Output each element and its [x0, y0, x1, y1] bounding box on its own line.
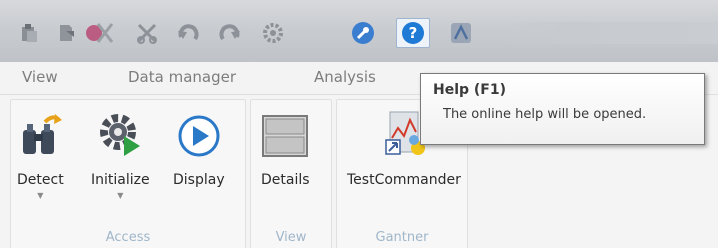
group-access: Detect ▼ Initialize ▼ Display Access	[10, 99, 246, 248]
details-label: Details	[261, 172, 310, 188]
tab-view[interactable]: View	[22, 68, 58, 86]
details-button[interactable]: Details	[261, 106, 310, 188]
wrench-icon[interactable]	[346, 18, 380, 48]
binoculars-icon	[17, 106, 63, 158]
about-icon[interactable]	[444, 18, 478, 48]
testcommander-label: TestCommander	[347, 172, 461, 188]
cut-icon[interactable]	[130, 18, 164, 48]
undo-icon[interactable]	[172, 18, 206, 48]
delete-icon[interactable]	[84, 18, 118, 48]
copy-icon[interactable]	[50, 18, 84, 48]
display-label: Display	[173, 172, 225, 188]
detect-label: Detect	[17, 172, 64, 188]
display-button[interactable]: Display	[173, 106, 225, 188]
group-label-access: Access	[105, 230, 151, 245]
tab-analysis[interactable]: Analysis	[314, 68, 376, 86]
initialize-button[interactable]: Initialize ▼	[91, 106, 150, 200]
redo-icon[interactable]	[212, 18, 246, 48]
help-tooltip: Help (F1) The online help will be opened…	[420, 73, 705, 145]
help-icon[interactable]: ?	[396, 18, 430, 48]
tab-data-manager[interactable]: Data manager	[128, 68, 236, 86]
title-bar-area	[500, 22, 718, 44]
gear-play-icon	[96, 106, 144, 158]
group-view: Details View	[250, 99, 332, 248]
quick-access-toolbar: ?	[0, 0, 718, 62]
svg-text:?: ?	[409, 24, 418, 42]
initialize-label: Initialize	[91, 172, 150, 188]
details-icon	[261, 106, 309, 158]
tooltip-title: Help (F1)	[433, 82, 507, 98]
tooltip-body: The online help will be opened.	[443, 107, 647, 122]
chevron-down-icon[interactable]: ▼	[117, 192, 123, 200]
chevron-down-icon[interactable]: ▼	[37, 192, 43, 200]
play-circle-icon	[177, 106, 221, 158]
detect-button[interactable]: Detect ▼	[17, 106, 64, 200]
settings-icon[interactable]	[256, 18, 290, 48]
group-label-gantner: Gantner	[375, 230, 429, 245]
group-label-view: View	[275, 230, 307, 245]
paste-icon[interactable]	[12, 18, 46, 48]
